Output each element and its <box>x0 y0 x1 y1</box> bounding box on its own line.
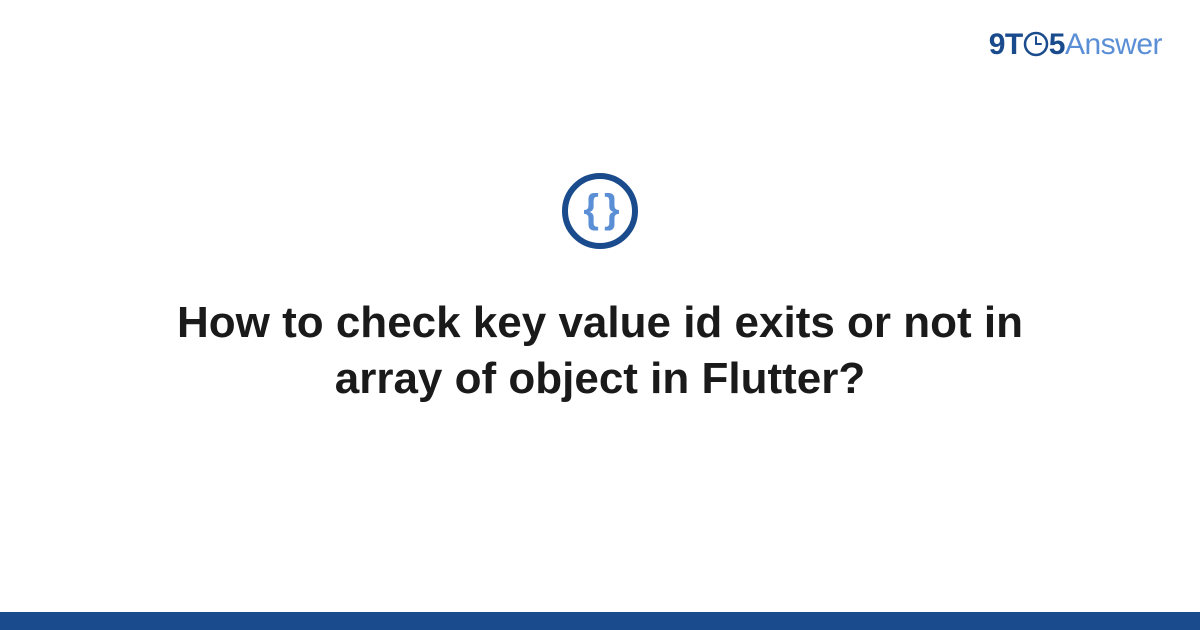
question-title: How to check key value id exits or not i… <box>120 295 1080 408</box>
topic-icon-wrapper: { } <box>562 173 638 249</box>
main-content: { } How to check key value id exits or n… <box>0 0 1200 630</box>
braces-glyph: { } <box>583 189 616 229</box>
footer-accent-bar <box>0 612 1200 630</box>
code-braces-icon: { } <box>562 173 638 249</box>
